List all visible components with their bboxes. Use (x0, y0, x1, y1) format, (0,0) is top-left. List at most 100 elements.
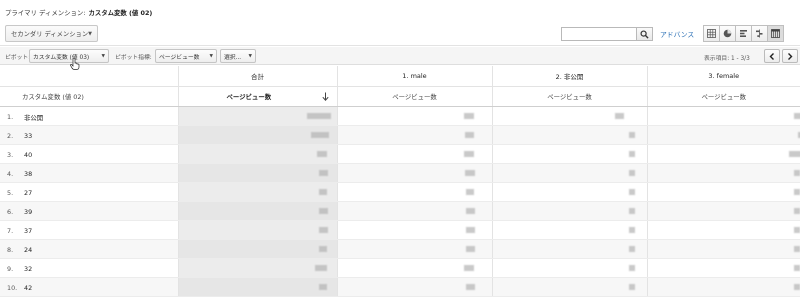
dimension-value-link[interactable]: 39 (24, 208, 32, 216)
pivot-view-button[interactable] (767, 25, 784, 42)
metric-cell (492, 258, 648, 278)
pager-range: 1 - 3/3 (731, 56, 750, 62)
redacted-value (314, 264, 327, 271)
redacted-value (318, 188, 327, 195)
search-input[interactable] (561, 27, 637, 41)
dimension-value-link[interactable]: 非公開 (24, 113, 43, 122)
dimension-value-link[interactable]: 37 (24, 227, 32, 235)
metric-cell (647, 220, 800, 240)
redacted-value (793, 169, 800, 176)
sort-descending-icon (321, 92, 329, 101)
pager-status: 表示項目: 1 - 3/3 (704, 53, 750, 62)
search-button[interactable] (637, 27, 653, 41)
metric-cell (337, 201, 493, 221)
chevron-down-icon: ▼ (209, 54, 213, 59)
pie-view-button[interactable] (719, 25, 736, 42)
table-row: 1. 非公開 (0, 106, 800, 126)
metric-cell (647, 277, 800, 297)
metric-cell (492, 182, 648, 202)
select-metric-value: 選択... (224, 54, 242, 61)
metric-column-header[interactable]: ページビュー数 (337, 86, 493, 107)
redacted-value (628, 150, 635, 157)
metric-cell (337, 239, 493, 259)
metric-cell (492, 163, 648, 183)
metric-cell (647, 144, 800, 164)
redacted-value (793, 264, 800, 271)
metric-cell (492, 220, 648, 240)
metric-column-header[interactable]: ページビュー数 (492, 86, 648, 107)
row-number: 4. (7, 169, 14, 178)
total-metric-cell (178, 258, 338, 278)
dimension-column-header[interactable]: カスタム変数 (値 02) (0, 86, 179, 107)
metric-column-header[interactable]: ページビュー数 (647, 86, 800, 107)
table-row: 7. 37 (0, 220, 800, 240)
dimension-value-link[interactable]: 32 (24, 265, 32, 273)
redacted-value (793, 283, 800, 290)
row-number: 5. (7, 188, 14, 197)
chevron-right-icon (788, 52, 793, 60)
dimension-value-link[interactable]: 40 (24, 151, 32, 159)
pager-label: 表示項目: (704, 56, 730, 62)
row-number: 10. (7, 283, 18, 292)
dimension-value-link[interactable]: 42 (24, 284, 32, 292)
column-group-header: 合計 (178, 66, 338, 87)
comparison-view-button[interactable] (751, 25, 768, 42)
redacted-value (464, 169, 475, 176)
redacted-value (793, 188, 800, 195)
metric-cell (337, 163, 493, 183)
select-metric-dropdown[interactable]: 選択... ▼ (220, 49, 256, 63)
dimension-value-link[interactable]: 24 (24, 246, 32, 254)
table-row: 10. 42 (0, 277, 800, 297)
table-row: 4. 38 (0, 163, 800, 183)
metric-cell (492, 106, 648, 126)
redacted-value (318, 207, 328, 214)
pivot-controls-bar: ピボット: カスタム変数 (値 03) ▼ ピボット指標: ページビュー数 ▼ … (0, 47, 800, 65)
pivot-metric-select[interactable]: ページビュー数 ▼ (155, 49, 217, 63)
view-switcher (703, 25, 784, 42)
blank-header-cell (0, 66, 179, 87)
total-metric-cell (178, 144, 338, 164)
row-number: 1. (7, 112, 14, 121)
redacted-value (793, 226, 800, 233)
bar-view-button[interactable] (735, 25, 752, 42)
secondary-dimension-button[interactable]: セカンダリ ディメンション ▼ (5, 25, 98, 42)
dimension-value-link[interactable]: 33 (24, 132, 32, 140)
dimension-value-link[interactable]: 38 (24, 170, 32, 178)
dimension-cell: 3. 40 (0, 144, 179, 164)
metric-header-row: カスタム変数 (値 02) ページビュー数 ページビュー数 ページビュー数 ペー… (0, 86, 800, 107)
metric-cell (647, 106, 800, 126)
redacted-value (793, 207, 800, 214)
table-row: 6. 39 (0, 201, 800, 221)
next-page-button[interactable] (782, 49, 798, 63)
pivot-by-label: ピボット: (5, 55, 31, 61)
dimension-cell: 2. 33 (0, 125, 179, 145)
metric-cell (337, 144, 493, 164)
redacted-value (318, 283, 327, 290)
metric-cell (492, 277, 648, 297)
report-toolbar: セカンダリ ディメンション ▼ アドバンス (0, 22, 800, 46)
total-metric-cell (178, 277, 338, 297)
metric-cell (492, 239, 648, 259)
chevron-down-icon: ▼ (248, 54, 252, 59)
redacted-value (310, 131, 329, 138)
redacted-value (628, 226, 635, 233)
advanced-filter-link[interactable]: アドバンス (660, 29, 694, 39)
redacted-value (465, 283, 475, 290)
redacted-value (465, 226, 475, 233)
previous-page-button[interactable] (764, 49, 780, 63)
metric-cell (492, 125, 648, 145)
redacted-value (628, 131, 635, 138)
pivot-metric-label: ピボット指標: (115, 55, 152, 61)
metric-cell (647, 125, 800, 145)
primary-dimension-value: カスタム変数 (値 02) (88, 8, 153, 17)
pivot-by-select[interactable]: カスタム変数 (値 03) ▼ (29, 49, 109, 63)
grid-view-button[interactable] (703, 25, 720, 42)
metric-column-header-sorted[interactable]: ページビュー数 (178, 86, 338, 107)
column-group-header: 3. female (647, 66, 800, 87)
dimension-value-link[interactable]: 27 (24, 189, 32, 197)
metric-cell (337, 125, 493, 145)
total-metric-cell (178, 125, 338, 145)
metric-cell (337, 277, 493, 297)
hand-cursor-icon (70, 58, 80, 70)
metric-cell (647, 201, 800, 221)
